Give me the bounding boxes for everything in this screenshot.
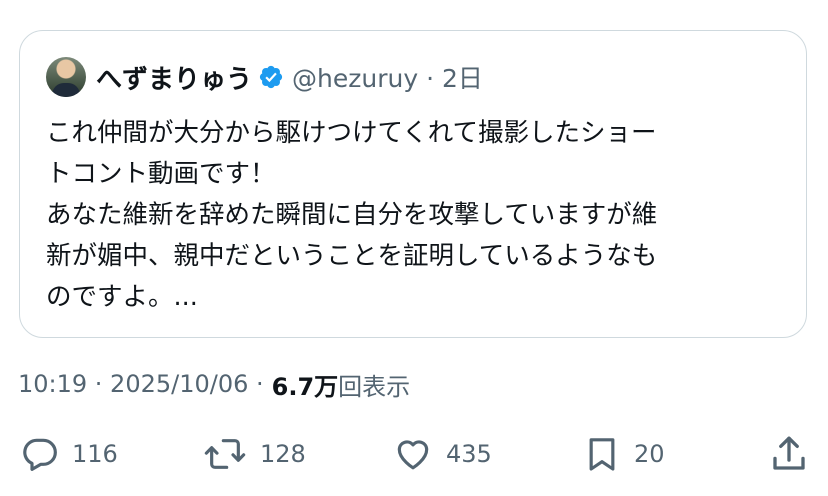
- tweet-line: あなた維新を辞めた瞬間に自分を攻撃していますが維: [46, 200, 658, 230]
- like-count: 435: [446, 440, 492, 468]
- verified-badge-icon: [259, 65, 283, 89]
- action-bar: 116 128 435 20: [0, 432, 828, 476]
- share-icon: [773, 436, 805, 470]
- tweet-line: のですよ。...: [46, 282, 198, 312]
- avatar[interactable]: [46, 57, 86, 97]
- views-count: 6.7万: [271, 372, 339, 401]
- tweet-meta: 10:19 · 2025/10/06 · 6.7万 回表示: [18, 366, 410, 402]
- share-button[interactable]: [768, 432, 810, 476]
- tweet-line: これ仲間が大分から駆けつけてくれて撮影したショー: [46, 118, 657, 148]
- author-handle[interactable]: @hezuruy · 2日: [292, 59, 483, 95]
- bookmark-button[interactable]: 20: [582, 432, 665, 476]
- timestamp[interactable]: 10:19 · 2025/10/06 ·: [18, 370, 264, 398]
- separator-dot: ·: [426, 64, 435, 93]
- quoted-tweet-card[interactable]: へずまりゅう @hezuruy · 2日 これ仲間が大分から駆けつけてくれて撮影…: [19, 30, 807, 338]
- bookmark-icon: [589, 438, 615, 471]
- reply-button[interactable]: 116: [20, 432, 118, 476]
- tweet-line: トコント動画です！: [46, 159, 276, 189]
- repost-button[interactable]: 128: [202, 432, 306, 476]
- like-button[interactable]: 435: [392, 432, 492, 476]
- reply-count: 116: [72, 440, 118, 468]
- reply-icon: [23, 438, 57, 471]
- tweet-line: 新が媚中、親中だということを証明しているようなも: [46, 241, 658, 271]
- tweet-text: これ仲間が大分から駆けつけてくれて撮影したショー トコント動画です！ あなた維新…: [46, 113, 786, 318]
- heart-icon: [397, 440, 429, 470]
- time-ago[interactable]: 2日: [442, 64, 483, 93]
- repost-icon: [204, 439, 246, 469]
- views-label: 回表示: [338, 372, 411, 401]
- bookmark-count: 20: [634, 440, 665, 468]
- author-row: へずまりゅう @hezuruy · 2日: [46, 57, 483, 97]
- repost-count: 128: [260, 440, 306, 468]
- handle-text: @hezuruy: [292, 64, 419, 93]
- author-name[interactable]: へずまりゅう: [96, 59, 252, 96]
